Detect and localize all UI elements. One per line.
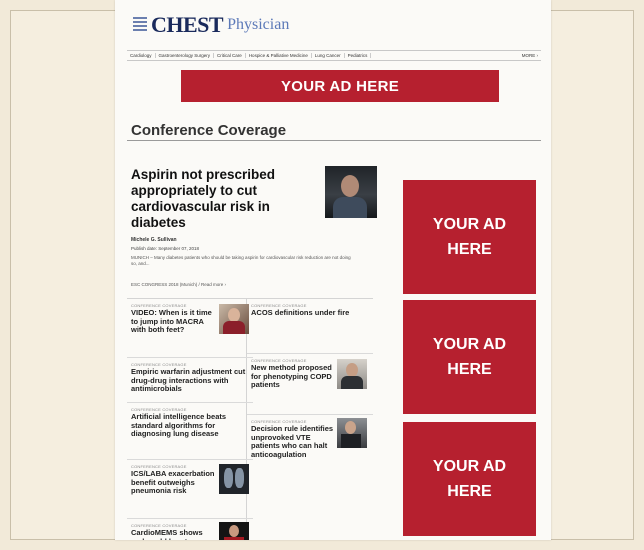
nav-item[interactable]: Cardiology [127, 53, 156, 58]
featured-headline[interactable]: Aspirin not prescribed appropriately to … [131, 167, 311, 231]
featured-summary: MUNICH – Many diabetes patients who shou… [131, 255, 351, 266]
section-title: Conference Coverage [131, 122, 287, 139]
person-body [333, 197, 367, 218]
side-ad-line1: YOUR AD [432, 336, 507, 353]
nav-item[interactable]: Lung Cancer [312, 53, 345, 58]
article-title[interactable]: VIDEO: When is it time to jump into MACR… [131, 308, 217, 335]
section-divider [127, 140, 541, 141]
article-thumbnail[interactable] [337, 418, 367, 448]
nav-item[interactable]: Hospice & Palliative Medicine [246, 53, 312, 58]
xray-thumbnail[interactable] [219, 464, 249, 494]
nav-more[interactable]: MORE › [519, 53, 541, 58]
article-thumbnail[interactable] [219, 304, 249, 334]
article-title[interactable]: CardioMEMS shows real-world heart [131, 528, 217, 540]
side-ad-line2: HERE [447, 361, 492, 378]
top-ad-banner[interactable]: YOUR AD HERE [181, 70, 499, 102]
article-card[interactable]: CONFERENCE COVERAGE New method proposed … [247, 354, 373, 415]
nav-bar: Cardiology Gastroenterology Surgery Crit… [127, 50, 541, 61]
side-ad-line1: YOUR AD [432, 458, 507, 475]
article-card[interactable]: CONFERENCE COVERAGE ACOS definitions und… [247, 299, 373, 354]
side-ad-line2: HERE [447, 241, 492, 258]
read-more-link[interactable]: ESC CONGRESS 2018 (Munich) / Read more › [131, 282, 226, 287]
site-logo[interactable]: CHEST Physician [133, 12, 289, 38]
nav-item[interactable]: Pediatrics [345, 53, 372, 58]
featured-photo[interactable] [325, 166, 377, 218]
side-ad-1[interactable]: YOUR AD HERE [403, 180, 536, 294]
person-face [341, 175, 359, 197]
logo-stripes-icon [133, 16, 147, 34]
article-thumbnail[interactable] [219, 522, 249, 540]
article-card[interactable]: CONFERENCE COVERAGE ICS/LABA exacerbatio… [127, 460, 253, 519]
nav-item[interactable]: Gastroenterology Surgery [156, 53, 215, 58]
article-title[interactable]: New method proposed for phenotyping COPD… [251, 363, 333, 390]
article-thumbnail[interactable] [337, 359, 367, 389]
article-title[interactable]: Decision rule identifies unprovoked VTE … [251, 424, 337, 459]
featured-byline: Michele G. Sullivan [131, 237, 177, 243]
logo-sub-text: Physician [227, 16, 290, 33]
article-title[interactable]: ICS/LABA exacerbation benefit outweighs … [131, 469, 215, 496]
side-ad-line2: HERE [447, 483, 492, 500]
article-card[interactable]: CONFERENCE COVERAGE Artificial intellige… [127, 403, 253, 460]
side-ad-3[interactable]: YOUR AD HERE [403, 422, 536, 536]
featured-date: Publish date: September 07, 2018 [131, 246, 200, 251]
article-card[interactable]: CONFERENCE COVERAGE CardioMEMS shows rea… [127, 519, 253, 540]
article-card[interactable]: CONFERENCE COVERAGE Empiric warfarin adj… [127, 358, 253, 403]
article-title[interactable]: Artificial intelligence beats standard a… [131, 412, 249, 439]
nav-item[interactable]: Critical Care [214, 53, 246, 58]
side-ad-line1: YOUR AD [432, 216, 507, 233]
side-ad-2[interactable]: YOUR AD HERE [403, 300, 536, 414]
logo-main-text: CHEST [151, 12, 224, 37]
article-card[interactable]: CONFERENCE COVERAGE Decision rule identi… [247, 415, 373, 487]
article-card[interactable]: CONFERENCE COVERAGE VIDEO: When is it ti… [127, 299, 253, 358]
article-title[interactable]: Empiric warfarin adjustment cut drug-dru… [131, 367, 249, 394]
article-title[interactable]: ACOS definitions under fire [251, 308, 369, 318]
